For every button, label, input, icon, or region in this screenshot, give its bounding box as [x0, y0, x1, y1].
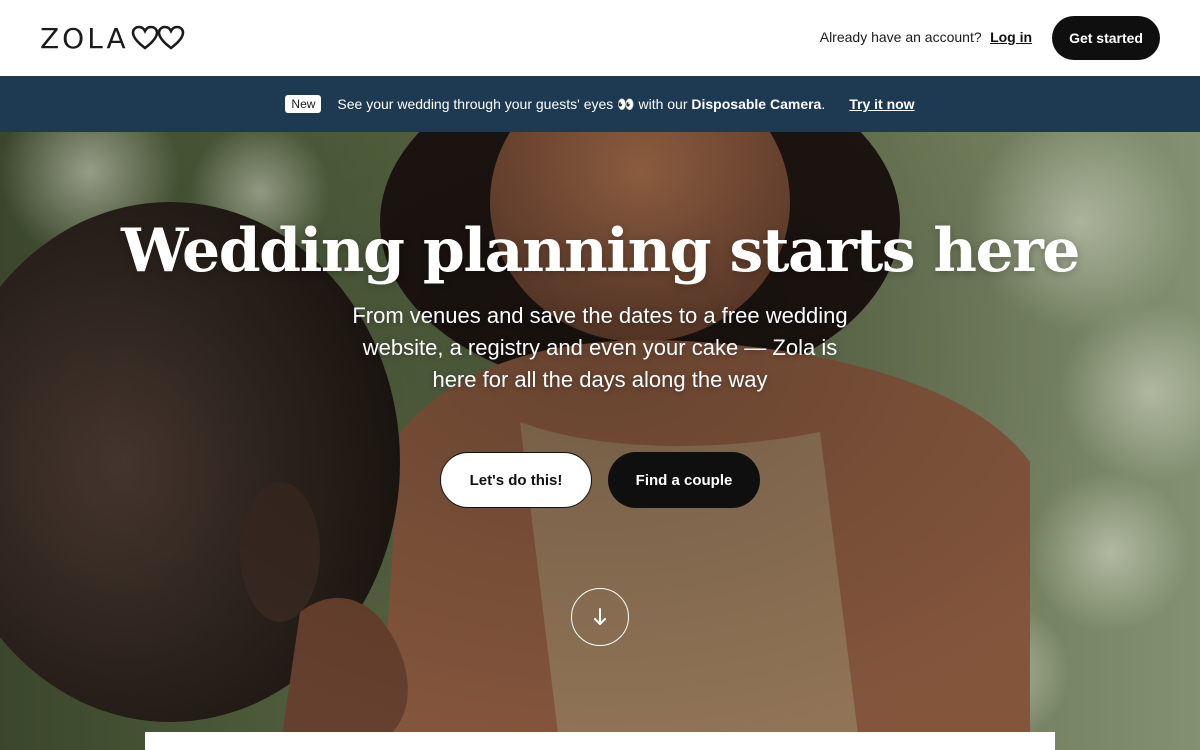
try-it-now-link[interactable]: Try it now — [849, 96, 914, 112]
scroll-down-button[interactable] — [571, 588, 629, 646]
banner-text: See your wedding through your guests' ey… — [337, 96, 825, 113]
logo-text: ZOLA — [40, 21, 129, 55]
hero-buttons: Let's do this! Find a couple — [0, 452, 1200, 508]
site-header: ZOLA Already have an account? Log in Get… — [0, 0, 1200, 76]
hero-subtitle: From venues and save the dates to a free… — [352, 303, 848, 392]
arrow-down-icon — [594, 608, 606, 625]
new-badge: New — [285, 95, 322, 113]
account-prompt: Already have an account? — [819, 29, 982, 45]
get-started-button[interactable]: Get started — [1052, 16, 1160, 60]
promo-banner: New See your wedding through your guests… — [0, 76, 1200, 132]
banner-text-after: . — [821, 95, 826, 112]
zola-logo[interactable]: ZOLA — [40, 22, 187, 55]
lets-do-this-button[interactable]: Let's do this! — [440, 452, 592, 508]
hero-section: Wedding planning starts here From venues… — [0, 132, 1200, 750]
content-card-top — [145, 732, 1055, 750]
banner-text-before: See your wedding through your guests' ey… — [337, 95, 692, 112]
hero-title: Wedding planning starts here — [121, 216, 1080, 286]
banner-text-bold: Disposable Camera — [691, 95, 822, 112]
double-heart-icon — [131, 25, 184, 50]
header-actions: Already have an account? Log in Get star… — [820, 16, 1160, 60]
login-link[interactable]: Log in — [990, 29, 1032, 45]
find-a-couple-button[interactable]: Find a couple — [608, 452, 760, 508]
account-prompt-row: Already have an account? Log in — [820, 29, 1032, 47]
